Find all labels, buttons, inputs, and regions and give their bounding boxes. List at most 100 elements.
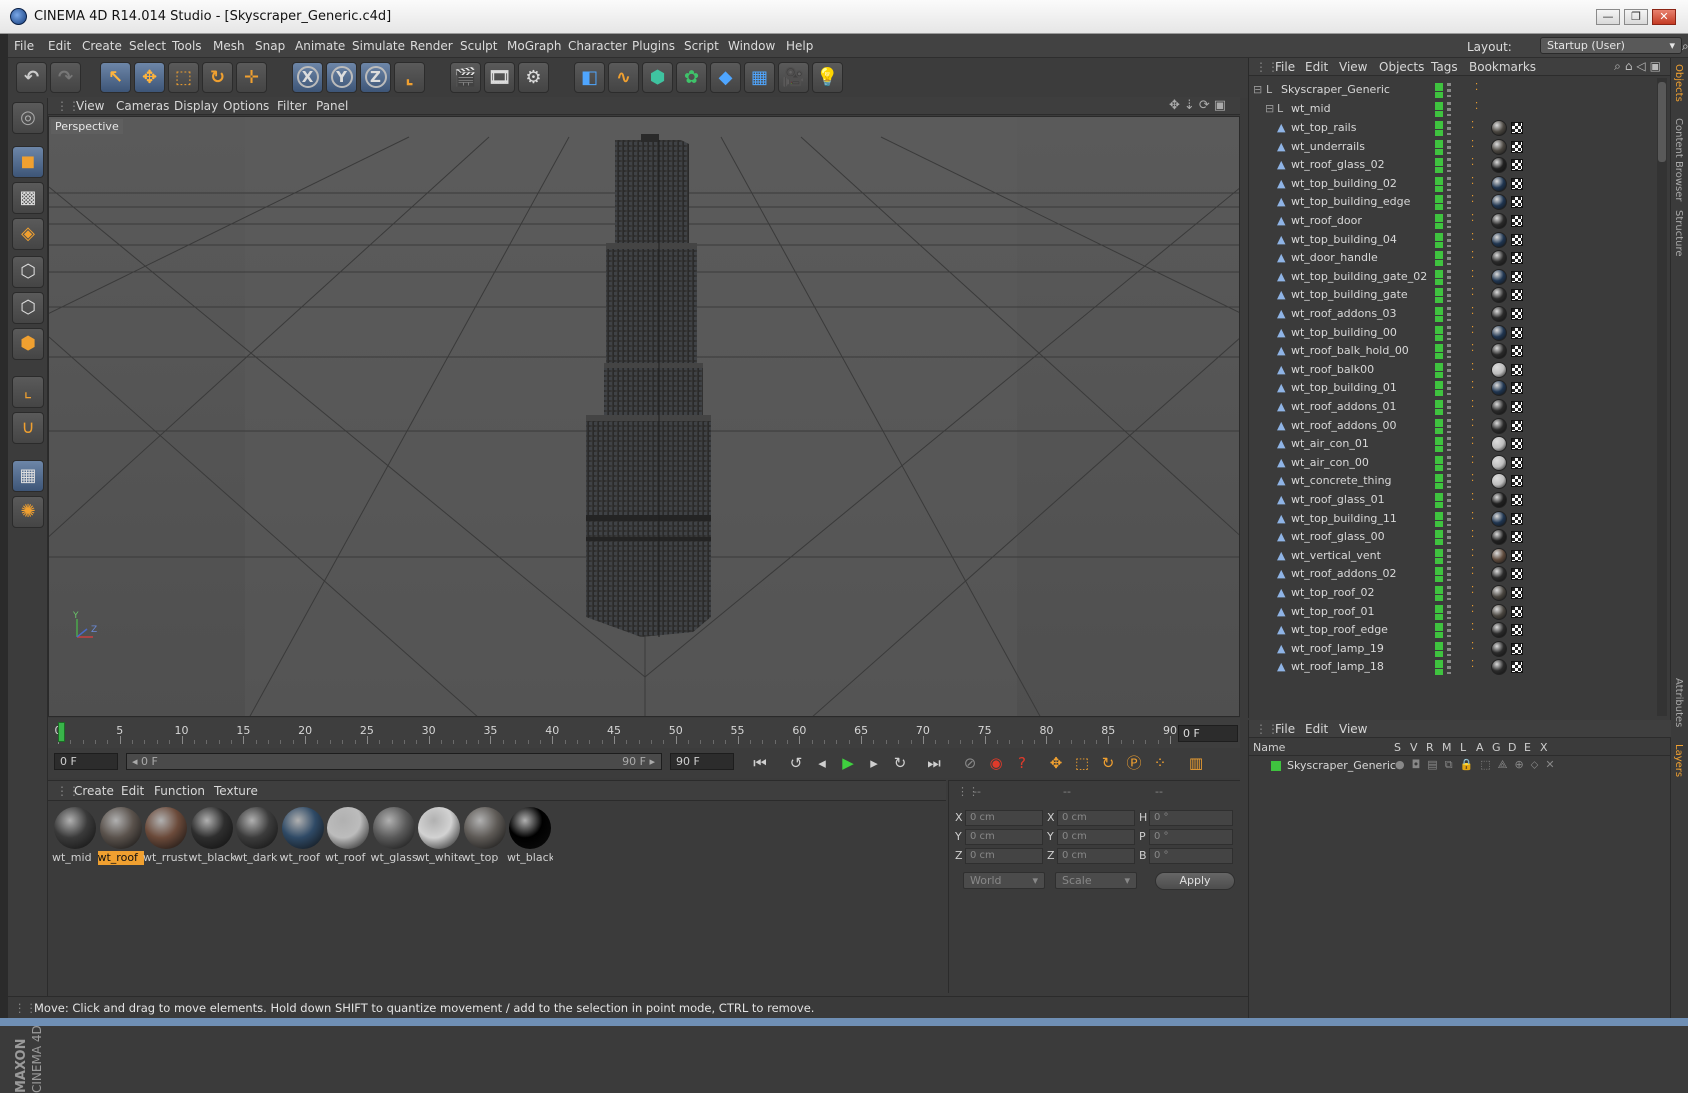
minimize-button[interactable]: —	[1596, 9, 1620, 25]
object-row[interactable]: ▲ wt_roof_glass_02 ⁚	[1249, 155, 1653, 175]
collapse-icon[interactable]: ⊟	[1253, 83, 1262, 96]
object-row[interactable]: ▲ wt_top_roof_01 ⁚	[1249, 602, 1653, 622]
tab-layers[interactable]: Layers	[1673, 744, 1684, 777]
phong-tag-icon[interactable]: ⁚	[1471, 659, 1487, 675]
goto-end-icon[interactable]: ⏭	[922, 753, 946, 775]
material-swatch[interactable]: wt_dark	[234, 805, 280, 867]
material-tag-icon[interactable]	[1491, 120, 1507, 136]
menu-sculpt[interactable]: Sculpt	[460, 39, 497, 53]
editor-visibility-dot[interactable]	[1435, 660, 1443, 669]
material-menu-edit[interactable]: Edit	[121, 784, 144, 798]
light-icon[interactable]: 💡	[812, 62, 843, 93]
uvw-tag-icon[interactable]	[1511, 494, 1523, 506]
editor-visibility-dot[interactable]	[1435, 362, 1443, 371]
uvw-tag-icon[interactable]	[1511, 308, 1523, 320]
menu-create[interactable]: Create	[82, 39, 122, 53]
goto-start-icon[interactable]: ⏮	[748, 753, 772, 775]
phong-tag-icon[interactable]: ⁚	[1471, 622, 1487, 638]
material-swatch[interactable]: wt_mid	[52, 805, 98, 867]
material-swatch[interactable]: wt_roof	[97, 805, 144, 867]
uvw-tag-icon[interactable]	[1511, 475, 1523, 488]
object-row[interactable]: ▲ wt_top_roof_02 ⁚	[1249, 583, 1653, 603]
material-tag-icon[interactable]	[1491, 250, 1507, 267]
uvw-tag-icon[interactable]	[1511, 401, 1523, 413]
frame-ruler[interactable]: 051015202530354045505560657075808590	[55, 718, 1177, 746]
object-row-root[interactable]: ⊟ L Skyscraper_Generic ⁚	[1249, 80, 1653, 100]
phong-tag-icon[interactable]: ⁚	[1471, 473, 1487, 489]
phong-tag-icon[interactable]: ⁚	[1471, 269, 1487, 285]
object-row[interactable]: ▲ wt_vertical_vent ⁚	[1249, 546, 1653, 566]
render-visibility-dot[interactable]	[1435, 669, 1443, 676]
layer-menu-edit[interactable]: Edit	[1305, 722, 1328, 736]
search-icon[interactable]: ⌕	[1682, 39, 1688, 54]
pos-z-field[interactable]: 0 cm	[965, 848, 1043, 864]
phong-tag-icon[interactable]: ⁚	[1471, 306, 1487, 322]
uvw-tag-icon[interactable]	[1511, 270, 1523, 283]
editor-visibility-dot[interactable]	[1435, 455, 1443, 464]
record-rotation-icon[interactable]: ↻	[1096, 753, 1120, 775]
material-tag-icon[interactable]	[1491, 287, 1507, 304]
render-view-icon[interactable]: 🎬	[450, 62, 481, 93]
uvw-tag-icon[interactable]	[1511, 289, 1523, 302]
phong-tag-icon[interactable]: ⁚	[1471, 529, 1487, 545]
editor-visibility-dot[interactable]	[1435, 269, 1443, 278]
render-visibility-dot[interactable]	[1435, 595, 1443, 601]
phong-tag-icon[interactable]: ⁚	[1471, 399, 1487, 415]
render-visibility-dot[interactable]	[1435, 632, 1443, 639]
layer-row[interactable]: Skyscraper_Generic ●◘▤⧉🔒⬚⟁⊕⬦✕	[1249, 757, 1671, 775]
material-menu-texture[interactable]: Texture	[214, 784, 258, 798]
uvw-tag-icon[interactable]	[1511, 345, 1523, 358]
uvw-tag-icon[interactable]	[1511, 252, 1523, 265]
editor-visibility-dot[interactable]	[1435, 83, 1443, 91]
render-visibility-dot[interactable]	[1435, 483, 1443, 490]
editor-visibility-dot[interactable]	[1435, 604, 1443, 613]
render-visibility-dot[interactable]	[1435, 278, 1443, 285]
render-visibility-dot[interactable]	[1435, 92, 1443, 98]
material-tag-icon[interactable]	[1491, 492, 1507, 508]
snap-icon[interactable]: ∪	[12, 412, 44, 444]
phong-tag-icon[interactable]: ⁚	[1475, 101, 1491, 117]
material-swatch[interactable]: wt_roof	[325, 805, 371, 867]
uvw-tag-icon[interactable]	[1511, 122, 1523, 134]
phong-tag-icon[interactable]: ⁚	[1471, 418, 1487, 434]
maximize-button[interactable]: ❐	[1624, 9, 1648, 25]
editor-visibility-dot[interactable]	[1435, 307, 1443, 315]
material-tag-icon[interactable]	[1491, 380, 1507, 397]
editor-visibility-dot[interactable]	[1435, 511, 1443, 520]
material-tag-icon[interactable]	[1491, 399, 1507, 415]
object-row[interactable]: ▲ wt_underrails ⁚	[1249, 137, 1653, 157]
menu-mesh[interactable]: Mesh	[213, 39, 245, 53]
material-tag-icon[interactable]	[1491, 659, 1507, 676]
layer-menu-file[interactable]: File	[1275, 722, 1295, 736]
pos-y-field[interactable]: 0 cm	[965, 829, 1043, 845]
layer-toggle-icons[interactable]: ●◘▤⧉🔒⬚⟁⊕⬦✕	[1395, 758, 1562, 772]
editor-visibility-dot[interactable]	[1435, 437, 1443, 446]
uvw-tag-icon[interactable]	[1511, 215, 1523, 227]
render-visibility-dot[interactable]	[1435, 334, 1443, 341]
make-editable-icon[interactable]: ◎	[12, 102, 44, 134]
phong-tag-icon[interactable]: ⁚	[1471, 194, 1487, 210]
editor-visibility-dot[interactable]	[1435, 139, 1443, 148]
object-row[interactable]: ▲ wt_top_building_gate_02 ⁚	[1249, 267, 1653, 287]
phong-tag-icon[interactable]: ⁚	[1471, 362, 1487, 378]
render-visibility-dot[interactable]	[1435, 613, 1443, 620]
tab-attributes[interactable]: Attributes	[1673, 678, 1684, 727]
perspective-viewport[interactable]: Perspective Y Z	[48, 116, 1240, 717]
editor-visibility-dot[interactable]	[1435, 214, 1443, 222]
material-tag-icon[interactable]	[1491, 603, 1507, 620]
timeline-ruler[interactable]: 051015202530354045505560657075808590 0 F	[48, 718, 1240, 748]
render-visibility-dot[interactable]	[1435, 167, 1443, 174]
polygons-mode-icon[interactable]: ⬢	[12, 328, 44, 360]
material-swatch[interactable]: wt_rrust	[143, 805, 189, 867]
uvw-tag-icon[interactable]	[1511, 587, 1523, 599]
coordinate-system-icon[interactable]: ⌞	[394, 62, 425, 93]
uvw-tag-icon[interactable]	[1511, 568, 1523, 581]
editor-visibility-dot[interactable]	[1435, 641, 1443, 650]
render-visibility-dot[interactable]	[1435, 390, 1443, 397]
editor-visibility-dot[interactable]	[1435, 195, 1443, 204]
nurbs-icon[interactable]: ⬢	[642, 62, 673, 93]
object-row[interactable]: ▲ wt_door_handle ⁚	[1249, 248, 1653, 268]
material-tag-icon[interactable]	[1491, 343, 1507, 360]
uvw-tag-icon[interactable]	[1511, 549, 1523, 562]
scale-icon[interactable]: ⬚	[168, 62, 199, 93]
